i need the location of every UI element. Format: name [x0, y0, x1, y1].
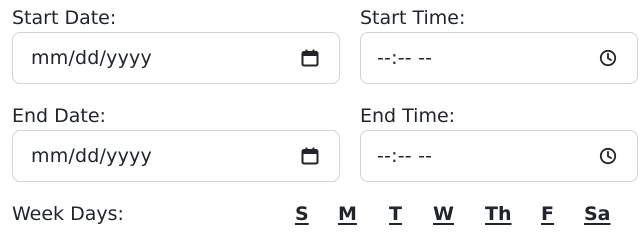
day-toggle-wednesday[interactable]: W — [433, 202, 454, 226]
day-toggle-friday[interactable]: F — [541, 202, 554, 226]
start-date-label: Start Date: — [12, 7, 117, 29]
clock-icon[interactable] — [597, 145, 619, 167]
start-time-value: --:-- -- — [377, 47, 433, 69]
end-date-value: mm/dd/yyyy — [31, 145, 152, 167]
calendar-icon[interactable] — [299, 47, 321, 69]
end-time-value: --:-- -- — [377, 145, 433, 167]
calendar-icon[interactable] — [299, 145, 321, 167]
start-date-input[interactable]: mm/dd/yyyy — [12, 32, 340, 84]
start-date-value: mm/dd/yyyy — [31, 47, 152, 69]
end-time-label: End Time: — [360, 105, 456, 127]
day-toggle-monday[interactable]: M — [338, 202, 357, 226]
start-time-label: Start Time: — [360, 7, 466, 29]
week-days-label: Week Days: — [12, 203, 124, 225]
end-date-input[interactable]: mm/dd/yyyy — [12, 130, 340, 182]
end-date-label: End Date: — [12, 105, 106, 127]
day-toggle-saturday[interactable]: Sa — [584, 202, 611, 226]
day-toggle-thursday[interactable]: Th — [485, 202, 512, 226]
day-toggle-sunday[interactable]: S — [295, 202, 309, 226]
start-time-input[interactable]: --:-- -- — [360, 32, 638, 84]
day-toggle-tuesday[interactable]: T — [389, 202, 402, 226]
clock-icon[interactable] — [597, 47, 619, 69]
end-time-input[interactable]: --:-- -- — [360, 130, 638, 182]
